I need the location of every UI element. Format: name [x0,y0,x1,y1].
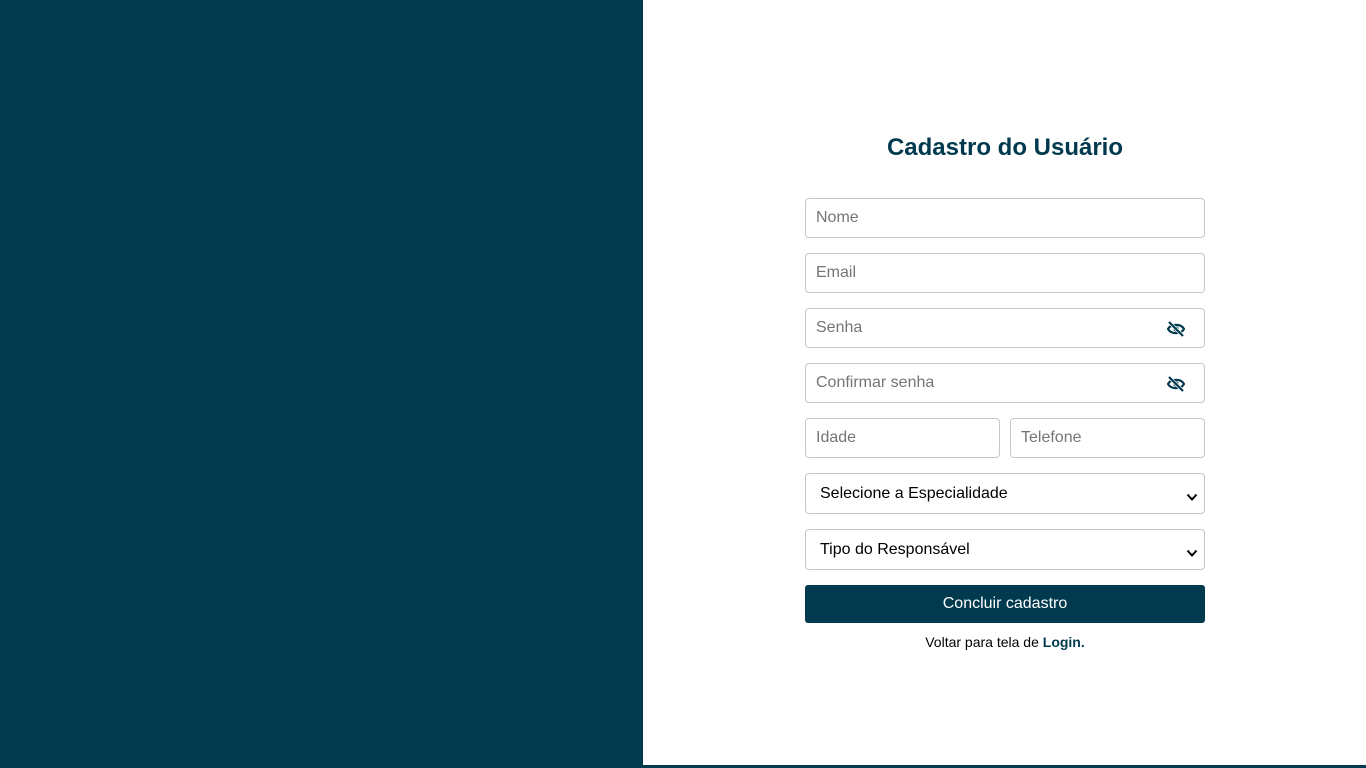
registration-form: Cadastro do Usuário Nome Email Idade Tel… [805,130,1205,650]
password-field [805,308,1205,348]
phone-input[interactable] [1011,419,1204,457]
back-text: Voltar para tela de [925,634,1039,650]
responsible-type-select-value: Tipo do Responsável [820,541,970,558]
email-field [805,253,1205,293]
password-input[interactable] [806,309,1204,347]
chevron-down-icon [1186,489,1198,501]
age-phone-row [805,418,1205,458]
chevron-down-icon [1186,545,1198,557]
age-input[interactable] [806,419,999,457]
phone-field [1010,418,1205,458]
eye-slash-icon[interactable] [1166,375,1186,393]
name-field [805,198,1205,238]
specialty-select-value: Selecione a Especialidade [820,485,1008,502]
confirm-password-input[interactable] [806,364,1204,402]
login-link[interactable]: Login. [1043,634,1085,650]
page-title: Cadastro do Usuário [886,134,1124,161]
age-field [805,418,1000,458]
name-input[interactable] [806,199,1204,237]
eye-slash-icon[interactable] [1166,320,1186,338]
email-input[interactable] [806,254,1204,292]
specialty-select[interactable]: Selecione a Especialidade [805,473,1205,514]
complete-registration-button[interactable]: Concluir cadastro [805,585,1205,623]
brand-panel [0,0,643,768]
confirm-password-field [805,363,1205,403]
back-to-login: Voltar para tela de Login. [805,634,1205,650]
responsible-type-select[interactable]: Tipo do Responsável [805,529,1205,570]
